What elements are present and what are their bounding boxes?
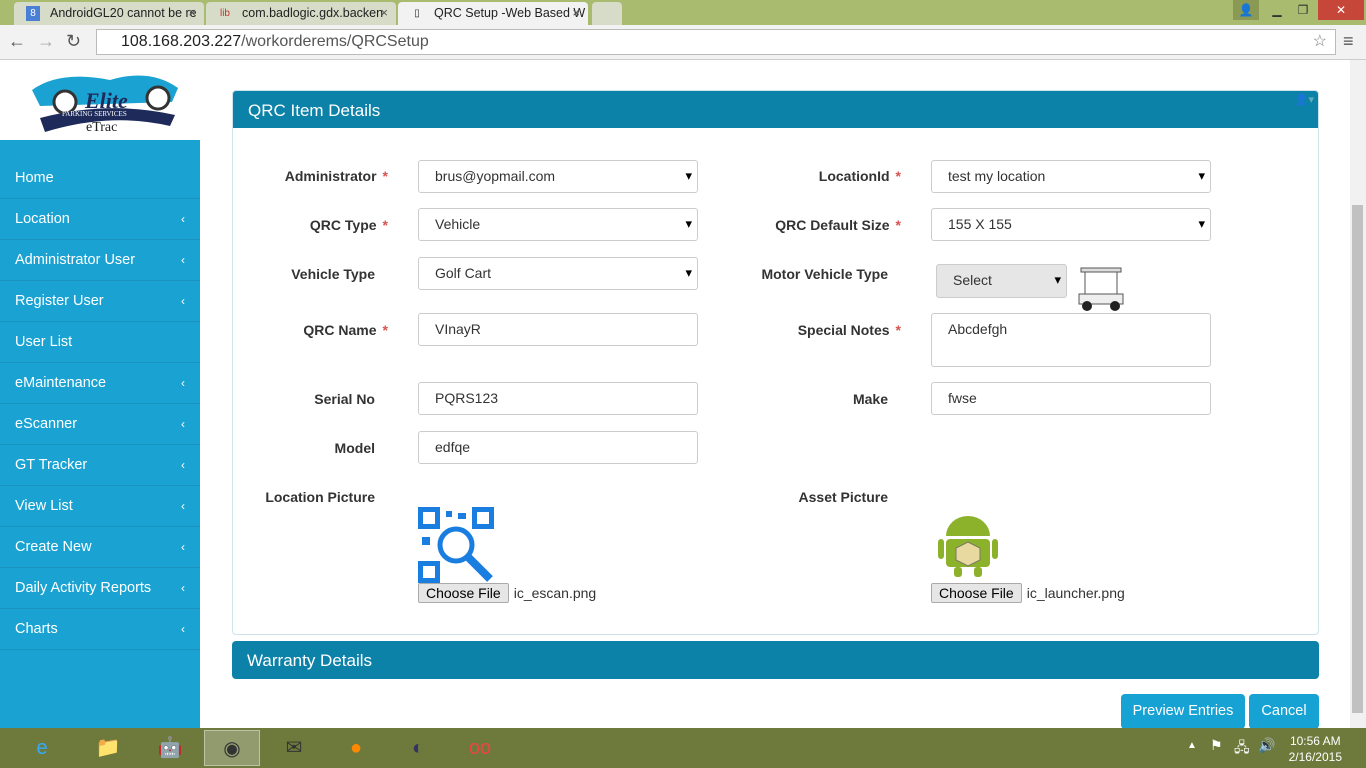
- browser-tab[interactable]: lib com.badlogic.gdx.backen ×: [206, 2, 396, 25]
- scrollbar-thumb[interactable]: [1352, 205, 1363, 713]
- location-picture-file-input[interactable]: Choose File ic_escan.png: [418, 583, 596, 603]
- special-notes-label: Special Notes *: [797, 322, 901, 338]
- serial-no-input[interactable]: PQRS123: [418, 382, 698, 415]
- escan-qr-icon: [418, 507, 494, 583]
- chevron-left-icon: ‹: [181, 294, 185, 308]
- browser-tab-bar: 8 AndroidGL20 cannot be re × lib com.badlog…: [0, 0, 1366, 25]
- address-bar-row: ← → ↻ 108.168.203.227/workorderems/QRCSe…: [0, 25, 1366, 60]
- sidebar-item-location[interactable]: Location ‹: [0, 199, 200, 240]
- cancel-button[interactable]: Cancel: [1249, 694, 1319, 729]
- make-input[interactable]: fwse: [931, 382, 1211, 415]
- location-picture-label: Location Picture: [265, 489, 375, 505]
- qrc-name-label: QRC Name *: [303, 322, 388, 338]
- close-tab-icon[interactable]: ×: [380, 5, 388, 20]
- chevron-left-icon: ‹: [181, 499, 185, 513]
- panel-header: QRC Item Details 👤▾: [233, 91, 1318, 128]
- choose-file-button[interactable]: Choose File: [931, 583, 1022, 603]
- qrc-name-input[interactable]: VInayR: [418, 313, 698, 346]
- sidebar-item-home[interactable]: Home: [0, 140, 200, 199]
- flickr-icon[interactable]: oo: [452, 730, 508, 766]
- motor-vehicle-type-label: Motor Vehicle Type: [761, 266, 888, 282]
- sidebar-item-user-list[interactable]: User List: [0, 322, 200, 363]
- qrc-type-select[interactable]: Vehicle: [418, 208, 698, 241]
- chevron-left-icon: ‹: [181, 376, 185, 390]
- browser-tab-active[interactable]: ▯ QRC Setup -Web Based W ×: [398, 2, 588, 25]
- asset-picture-label: Asset Picture: [798, 489, 888, 505]
- logo: Elite PARKING SERVICES eTrac: [0, 60, 200, 140]
- ie-icon[interactable]: e: [14, 730, 70, 766]
- model-label: Model: [334, 440, 375, 456]
- clock[interactable]: 10:56 AM 2/16/2015: [1289, 733, 1342, 765]
- chevron-left-icon: ‹: [181, 540, 185, 554]
- location-id-select[interactable]: test my location: [931, 160, 1211, 193]
- android-launcher-icon: [938, 516, 998, 577]
- special-notes-input[interactable]: Abcdefgh: [931, 313, 1211, 367]
- chevron-left-icon: ‹: [181, 622, 185, 636]
- volume-icon[interactable]: 🔊: [1258, 737, 1275, 754]
- asset-picture-file-input[interactable]: Choose File ic_launcher.png: [931, 583, 1125, 603]
- choose-file-button[interactable]: Choose File: [418, 583, 509, 603]
- sidebar-item-create-new[interactable]: Create New ‹: [0, 527, 200, 568]
- network-icon[interactable]: 🖧: [1234, 737, 1250, 761]
- close-window-button[interactable]: ✕: [1318, 0, 1364, 20]
- menu-icon[interactable]: ≡: [1343, 31, 1354, 52]
- qrc-default-size-label: QRC Default Size *: [775, 217, 901, 233]
- chevron-left-icon: ‹: [181, 458, 185, 472]
- model-input[interactable]: edfqe: [418, 431, 698, 464]
- user-icon[interactable]: 👤: [1233, 0, 1259, 20]
- browser-tab[interactable]: 8 AndroidGL20 cannot be re ×: [14, 2, 204, 25]
- taskbar: e 📁 🤖 ◉ ✉ ● ◐ oo ▲ ⚑ 🖧 🔊 10:56 AM 2/16/20…: [0, 728, 1366, 768]
- google-icon: 8: [26, 6, 40, 21]
- firefox-icon[interactable]: ●: [328, 730, 384, 766]
- sidebar: Elite PARKING SERVICES eTrac Home Locatio…: [0, 60, 200, 728]
- forward-icon[interactable]: →: [37, 31, 55, 52]
- minimize-button[interactable]: ▁: [1264, 0, 1290, 20]
- administrator-select[interactable]: brus@yopmail.com: [418, 160, 698, 193]
- reload-icon[interactable]: ↻: [66, 31, 81, 52]
- sidebar-item-daily-activity-reports[interactable]: Daily Activity Reports ‹: [0, 568, 200, 609]
- chrome-icon[interactable]: ◉: [204, 730, 260, 766]
- chevron-left-icon: ‹: [181, 581, 185, 595]
- vehicle-type-select[interactable]: Golf Cart: [418, 257, 698, 290]
- sidebar-item-emaintenance[interactable]: eMaintenance ‹: [0, 363, 200, 404]
- serial-no-label: Serial No: [314, 391, 375, 407]
- android-icon[interactable]: 🤖: [142, 730, 198, 766]
- sidebar-item-view-list[interactable]: View List ‹: [0, 486, 200, 527]
- qrc-default-size-select[interactable]: 155 X 155: [931, 208, 1211, 241]
- sidebar-item-administrator-user[interactable]: Administrator User ‹: [0, 240, 200, 281]
- chevron-left-icon: ‹: [181, 253, 185, 267]
- administrator-label: Administrator *: [284, 168, 388, 184]
- sidebar-item-charts[interactable]: Charts ‹: [0, 609, 200, 650]
- sidebar-item-register-user[interactable]: Register User ‹: [0, 281, 200, 322]
- sidebar-item-gt-tracker[interactable]: GT Tracker ‹: [0, 445, 200, 486]
- user-dropdown-icon[interactable]: 👤▾: [1295, 93, 1314, 106]
- close-tab-icon[interactable]: ×: [572, 5, 580, 20]
- preview-entries-button[interactable]: Preview Entries: [1121, 694, 1245, 729]
- chevron-left-icon: ‹: [181, 212, 185, 226]
- sidebar-item-escanner[interactable]: eScanner ‹: [0, 404, 200, 445]
- file-explorer-icon[interactable]: 📁: [80, 730, 136, 766]
- new-tab-button[interactable]: [592, 2, 622, 25]
- url-input[interactable]: 108.168.203.227/workorderems/QRCSetup ☆: [96, 29, 1336, 55]
- action-center-flag-icon[interactable]: ⚑: [1210, 737, 1223, 754]
- make-label: Make: [852, 391, 888, 407]
- qrc-type-label: QRC Type *: [309, 217, 388, 233]
- golf-cart-icon: [1078, 267, 1124, 311]
- motor-vehicle-type-select[interactable]: Select: [936, 264, 1067, 298]
- location-id-label: LocationId *: [818, 168, 901, 184]
- tray-expand-icon[interactable]: ▲: [1187, 740, 1197, 751]
- thunderbird-icon[interactable]: ✉: [266, 730, 322, 766]
- vehicle-type-label: Vehicle Type: [291, 266, 375, 282]
- page-icon: ▯: [414, 8, 420, 19]
- libgdx-icon: lib: [219, 8, 230, 19]
- bookmark-star-icon[interactable]: ☆: [1313, 30, 1327, 54]
- chevron-left-icon: ‹: [181, 417, 185, 431]
- restore-button[interactable]: ❐: [1290, 0, 1316, 20]
- eclipse-icon[interactable]: ◐: [390, 730, 446, 766]
- back-icon[interactable]: ←: [8, 31, 26, 52]
- warranty-details-header[interactable]: Warranty Details: [232, 641, 1319, 679]
- close-tab-icon[interactable]: ×: [188, 5, 196, 20]
